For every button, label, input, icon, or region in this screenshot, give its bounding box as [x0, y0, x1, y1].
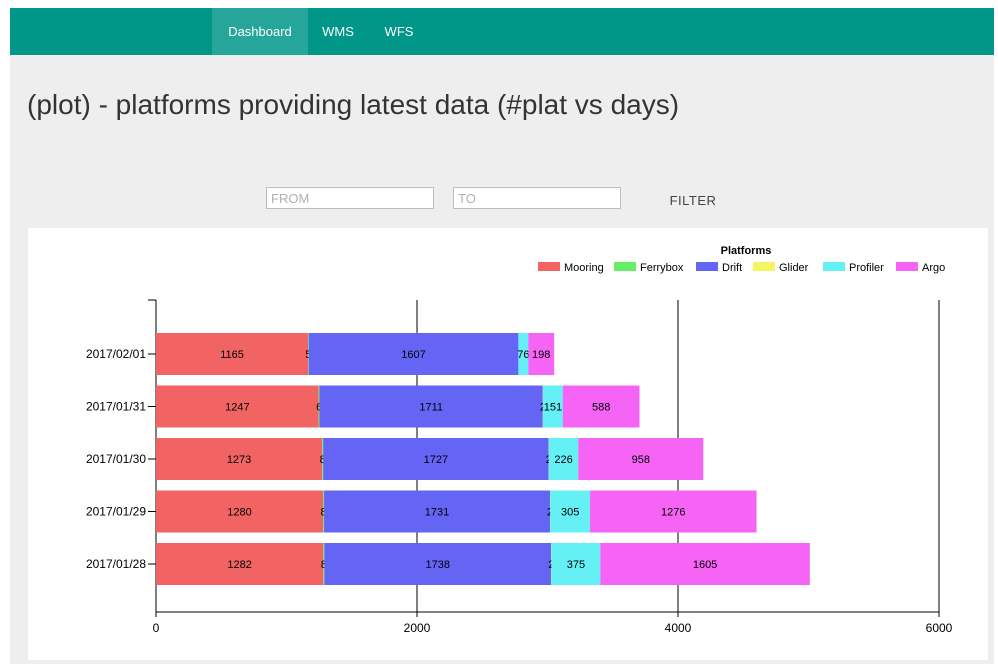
legend-label-glider: Glider — [779, 262, 809, 274]
data-label: 1607 — [401, 349, 425, 361]
data-label: 1738 — [426, 559, 450, 571]
data-label: 1276 — [661, 507, 685, 519]
to-date-input[interactable] — [453, 187, 621, 209]
nav-item-wfs[interactable]: WFS — [374, 8, 424, 55]
nav-item-wms[interactable]: WMS — [312, 8, 364, 55]
legend-swatch-profiler — [823, 262, 845, 271]
y-category-label: 2017/01/28 — [86, 557, 146, 571]
legend-title: Platforms — [721, 245, 772, 257]
stacked-bar-chart: 0 2000 4000 60002017/02/01 1165 5 1607 76 198201… — [86, 245, 953, 635]
legend-swatch-drift — [696, 262, 718, 271]
y-category-label: 2017/01/29 — [86, 505, 146, 519]
x-tick-label: 6000 — [926, 621, 953, 635]
data-label: 198 — [532, 349, 550, 361]
data-label: 1711 — [419, 402, 443, 414]
data-label: 1280 — [227, 507, 251, 519]
data-label: 588 — [592, 402, 610, 414]
data-label: 1282 — [227, 559, 251, 571]
x-tick-label: 2000 — [404, 621, 431, 635]
x-tick-label: 0 — [153, 621, 160, 635]
y-category-label: 2017/01/31 — [86, 400, 146, 414]
legend-swatch-glider — [753, 262, 775, 271]
data-label: 1731 — [425, 507, 449, 519]
x-tick-label: 4000 — [665, 621, 692, 635]
chart-panel: 0 2000 4000 6000 2017/02/01 1165 5 1607 76 198 201… — [28, 228, 988, 660]
data-label: 1247 — [225, 402, 249, 414]
from-date-input[interactable] — [266, 187, 434, 209]
data-label: 958 — [632, 454, 650, 466]
data-label: 151 — [544, 402, 562, 414]
page-title: (plot) - platforms providing latest data… — [27, 89, 680, 120]
legend-swatch-ferrybox — [614, 262, 636, 271]
data-label: 76 — [517, 349, 529, 361]
data-label: 1605 — [693, 559, 717, 571]
data-label: 1165 — [220, 349, 244, 361]
legend-label-profiler: Profiler — [849, 262, 884, 274]
top-navbar: Dashboard WMS WFS — [10, 8, 994, 55]
y-category-label: 2017/02/01 — [86, 347, 146, 361]
legend-label-drift: Drift — [722, 262, 742, 274]
data-label: 375 — [567, 559, 585, 571]
y-category-label: 2017/01/30 — [86, 452, 146, 466]
legend-label-argo: Argo — [922, 262, 945, 274]
data-label: 305 — [561, 507, 579, 519]
legend-label-mooring: Mooring — [564, 262, 604, 274]
filter-button[interactable]: FILTER — [660, 187, 726, 213]
legend-label-ferrybox: Ferrybox — [640, 262, 684, 274]
nav-item-dashboard[interactable]: Dashboard — [212, 8, 308, 55]
legend-swatch-mooring — [538, 262, 560, 271]
data-label: 226 — [554, 454, 572, 466]
data-label: 1273 — [227, 454, 251, 466]
legend-swatch-argo — [896, 262, 918, 271]
data-label: 1727 — [424, 454, 448, 466]
